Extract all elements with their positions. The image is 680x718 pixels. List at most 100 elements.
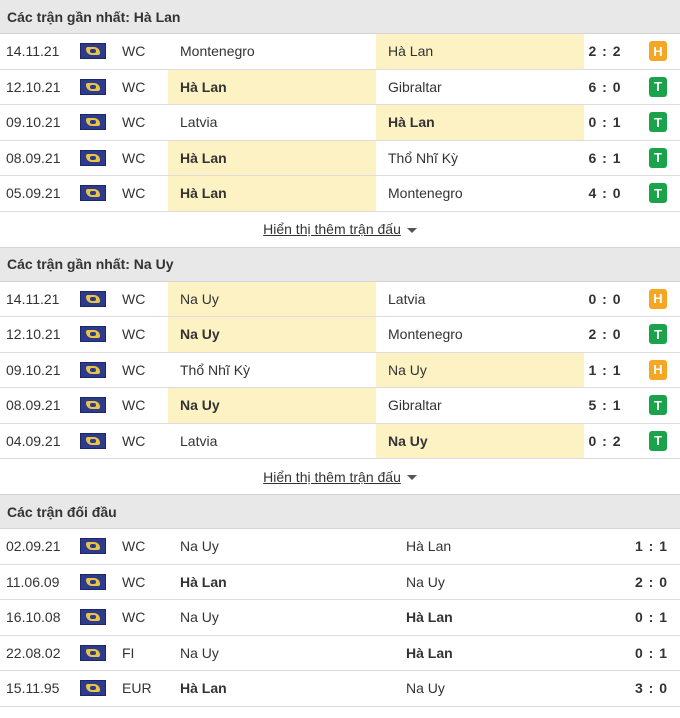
home-team[interactable]: Na Uy xyxy=(168,281,376,316)
match-row[interactable]: 22.08.02 FI Na Uy Hà Lan 0 : 1 xyxy=(0,635,680,671)
away-team[interactable]: Na Uy xyxy=(394,565,620,600)
match-score: 6 : 1 xyxy=(588,149,622,166)
away-team[interactable]: Latvia xyxy=(376,282,584,317)
show-more-row: Hiển thị thêm trận đấu xyxy=(0,459,680,495)
home-team[interactable]: Hà Lan xyxy=(168,176,376,211)
home-team[interactable]: Thổ Nhĩ Kỳ xyxy=(168,353,376,388)
match-row[interactable]: 11.06.09 WC Hà Lan Na Uy 2 : 0 xyxy=(0,564,680,600)
show-more-link[interactable]: Hiển thị thêm trận đấu xyxy=(263,221,417,237)
match-date: 16.10.08 xyxy=(6,609,61,626)
home-team[interactable]: Na Uy xyxy=(168,600,394,635)
competition-code: WC xyxy=(122,185,146,202)
head-to-head: Các trận đối đầu 02.09.21 WC Na Uy Hà Lan 1 … xyxy=(0,495,680,707)
match-row[interactable]: 08.09.21 WC Hà Lan Thổ Nhĩ Kỳ 6 : 1 T xyxy=(0,140,680,176)
away-team[interactable]: Thổ Nhĩ Kỳ xyxy=(376,141,584,176)
show-more-label: Hiển thị thêm trận đấu xyxy=(263,221,401,237)
home-team[interactable]: Latvia xyxy=(168,105,376,140)
home-team[interactable]: Na Uy xyxy=(168,529,394,564)
home-team[interactable]: Na Uy xyxy=(168,636,394,671)
match-row[interactable]: 15.11.95 EUR Hà Lan Na Uy 3 : 0 xyxy=(0,671,680,707)
competition-code: WC xyxy=(122,538,146,555)
competition-flag-cell xyxy=(80,141,120,176)
match-date: 09.10.21 xyxy=(6,361,61,378)
competition-flag-icon xyxy=(80,680,106,697)
recent-matches-netherlands: Các trận gần nhất: Hà Lan 14.11.21 WC Mont… xyxy=(0,0,680,248)
match-row[interactable]: 09.10.21 WC Latvia Hà Lan 0 : 1 T xyxy=(0,105,680,141)
section-title: Các trận đối đầu xyxy=(0,495,680,529)
competition-code: WC xyxy=(122,114,146,131)
away-team[interactable]: Montenegro xyxy=(376,176,584,211)
competition-flag-icon xyxy=(80,538,106,555)
match-row[interactable]: 02.09.21 WC Na Uy Hà Lan 1 : 1 xyxy=(0,529,680,565)
away-team[interactable]: Hà Lan xyxy=(394,600,620,635)
match-row[interactable]: 14.11.21 WC Montenegro Hà Lan 2 : 2 H xyxy=(0,34,680,70)
home-team[interactable]: Hà Lan xyxy=(168,565,394,600)
match-row[interactable]: 12.10.21 WC Hà Lan Gibraltar 6 : 0 T xyxy=(0,69,680,105)
result-cell: T xyxy=(636,105,680,140)
match-row[interactable]: 14.11.21 WC Na Uy Latvia 0 : 0 H xyxy=(0,281,680,317)
match-score: 0 : 1 xyxy=(634,644,668,661)
show-more-label: Hiển thị thêm trận đấu xyxy=(263,468,401,485)
result-badge: T xyxy=(649,430,667,451)
away-team[interactable]: Montenegro xyxy=(376,317,584,352)
match-score: 1 : 1 xyxy=(588,361,622,378)
home-team[interactable]: Latvia xyxy=(168,424,376,459)
match-row[interactable]: 09.10.21 WC Thổ Nhĩ Kỳ Na Uy 1 : 1 H xyxy=(0,352,680,388)
result-badge: H xyxy=(649,359,667,380)
away-team[interactable]: Gibraltar xyxy=(376,70,584,105)
competition-flag-cell xyxy=(80,671,120,706)
match-row[interactable]: 08.09.21 WC Na Uy Gibraltar 5 : 1 T xyxy=(0,388,680,424)
away-team[interactable]: Hà Lan xyxy=(394,529,620,564)
competition-flag-icon xyxy=(80,78,106,95)
match-date: 08.09.21 xyxy=(6,397,61,414)
away-team[interactable]: Na Uy xyxy=(376,352,584,387)
result-badge: T xyxy=(649,112,667,133)
match-score: 1 : 1 xyxy=(634,538,668,555)
match-row[interactable]: 04.09.21 WC Latvia Na Uy 0 : 2 T xyxy=(0,423,680,459)
competition-flag-cell xyxy=(80,388,120,423)
home-team[interactable]: Hà Lan xyxy=(168,140,376,175)
match-date: 12.10.21 xyxy=(6,326,61,343)
away-team[interactable]: Hà Lan xyxy=(376,105,584,140)
match-date: 02.09.21 xyxy=(6,538,61,555)
match-date: 08.09.21 xyxy=(6,149,61,166)
away-team[interactable]: Hà Lan xyxy=(394,636,620,671)
home-team[interactable]: Hà Lan xyxy=(168,671,394,706)
competition-flag-icon xyxy=(80,185,106,202)
match-score: 3 : 0 xyxy=(634,680,668,697)
match-history-page: Các trận gần nhất: Hà Lan 14.11.21 WC Mont… xyxy=(0,0,680,707)
result-cell: H xyxy=(636,353,680,388)
show-more-link[interactable]: Hiển thị thêm trận đấu xyxy=(263,469,417,485)
match-date: 22.08.02 xyxy=(6,644,61,661)
result-cell: T xyxy=(636,388,680,423)
match-score: 2 : 0 xyxy=(588,326,622,343)
competition-flag-icon xyxy=(80,290,106,307)
competition-code: WC xyxy=(122,397,146,414)
home-team[interactable]: Hà Lan xyxy=(168,69,376,104)
competition-code: WC xyxy=(122,326,146,343)
competition-flag-cell xyxy=(80,282,120,317)
match-date: 04.09.21 xyxy=(6,432,61,449)
match-row[interactable]: 12.10.21 WC Na Uy Montenegro 2 : 0 T xyxy=(0,317,680,353)
result-badge: T xyxy=(649,183,667,204)
competition-flag-icon xyxy=(80,573,106,590)
match-list: 14.11.21 WC Na Uy Latvia 0 : 0 H 12.10.21 WC Na … xyxy=(0,281,680,459)
away-team[interactable]: Na Uy xyxy=(394,671,620,706)
away-team[interactable]: Hà Lan xyxy=(376,34,584,69)
match-date: 11.06.09 xyxy=(6,573,60,590)
competition-code: WC xyxy=(122,43,146,60)
away-team[interactable]: Na Uy xyxy=(376,423,584,458)
match-row[interactable]: 05.09.21 WC Hà Lan Montenegro 4 : 0 T xyxy=(0,176,680,212)
match-score: 0 : 1 xyxy=(588,114,622,131)
home-team[interactable]: Montenegro xyxy=(168,34,376,69)
match-row[interactable]: 16.10.08 WC Na Uy Hà Lan 0 : 1 xyxy=(0,600,680,636)
home-team[interactable]: Na Uy xyxy=(168,388,376,423)
result-badge: H xyxy=(649,41,667,62)
result-cell: H xyxy=(636,34,680,69)
match-score: 5 : 1 xyxy=(588,397,622,414)
competition-code: WC xyxy=(122,609,146,626)
section-title: Các trận gần nhất: Hà Lan xyxy=(0,0,680,34)
away-team[interactable]: Gibraltar xyxy=(376,388,584,423)
section-title: Các trận gần nhất: Na Uy xyxy=(0,247,680,282)
home-team[interactable]: Na Uy xyxy=(168,317,376,352)
